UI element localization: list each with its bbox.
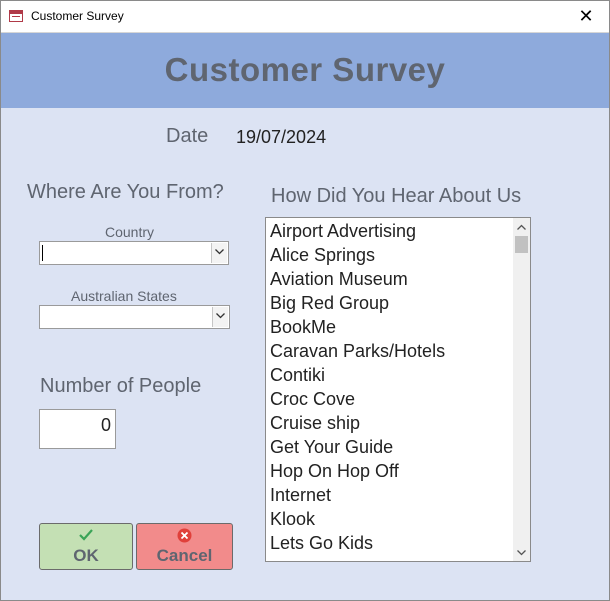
- states-dropdown-button[interactable]: [212, 307, 228, 327]
- list-item[interactable]: Lets Go Kids: [270, 531, 510, 555]
- list-item[interactable]: Hop On Hop Off: [270, 459, 510, 483]
- window-title: Customer Survey: [31, 9, 124, 23]
- where-from-heading: Where Are You From?: [27, 181, 224, 203]
- list-item[interactable]: Caravan Parks/Hotels: [270, 339, 510, 363]
- page-title: Customer Survey: [164, 51, 446, 88]
- scroll-down-button[interactable]: [513, 544, 530, 561]
- date-value: 19/07/2024: [236, 127, 327, 147]
- chevron-down-icon: [517, 550, 526, 556]
- header-band: Customer Survey: [1, 33, 609, 108]
- list-item[interactable]: BookMe: [270, 315, 510, 339]
- scroll-thumb[interactable]: [515, 236, 528, 253]
- cancel-circle-icon: [137, 528, 232, 548]
- states-combobox[interactable]: [39, 305, 230, 329]
- date-label: Date: [166, 125, 209, 147]
- list-item[interactable]: Croc Cove: [270, 387, 510, 411]
- title-bar: Customer Survey ✕: [1, 1, 609, 33]
- form-icon: [9, 10, 23, 22]
- listbox-items: Airport Advertising Alice Springs Aviation…: [270, 219, 510, 555]
- list-item[interactable]: Airport Advertising: [270, 219, 510, 243]
- country-label: Country: [105, 224, 155, 240]
- ok-button[interactable]: OK: [39, 523, 133, 570]
- cancel-label: Cancel: [156, 546, 213, 565]
- number-of-people-input[interactable]: 0: [39, 409, 116, 449]
- close-button[interactable]: ✕: [563, 1, 609, 32]
- list-item[interactable]: Cruise ship: [270, 411, 510, 435]
- list-item[interactable]: Internet: [270, 483, 510, 507]
- list-item[interactable]: Klook: [270, 507, 510, 531]
- list-item[interactable]: Aviation Museum: [270, 267, 510, 291]
- hear-about-us-listbox[interactable]: Airport Advertising Alice Springs Aviation…: [265, 217, 531, 562]
- listbox-scrollbar[interactable]: [513, 218, 530, 561]
- chevron-down-icon: [216, 313, 225, 319]
- list-item[interactable]: Get Your Guide: [270, 435, 510, 459]
- scroll-up-button[interactable]: [513, 218, 530, 235]
- number-of-people-label: Number of People: [40, 375, 202, 397]
- country-combobox[interactable]: [39, 241, 229, 265]
- chevron-down-icon: [215, 249, 224, 255]
- list-item[interactable]: Alice Springs: [270, 243, 510, 267]
- text-cursor: [42, 245, 43, 261]
- cancel-button[interactable]: Cancel: [136, 523, 233, 570]
- list-item[interactable]: Big Red Group: [270, 291, 510, 315]
- states-label: Australian States: [71, 288, 177, 304]
- chevron-up-icon: [517, 224, 526, 230]
- survey-window: Customer Survey ✕ Customer Survey Date 1…: [0, 0, 610, 601]
- hear-about-us-heading: How Did You Hear About Us: [271, 185, 522, 207]
- list-item[interactable]: Contiki: [270, 363, 510, 387]
- checkmark-icon: [40, 528, 132, 546]
- country-dropdown-button[interactable]: [211, 243, 227, 263]
- ok-label: OK: [73, 546, 99, 565]
